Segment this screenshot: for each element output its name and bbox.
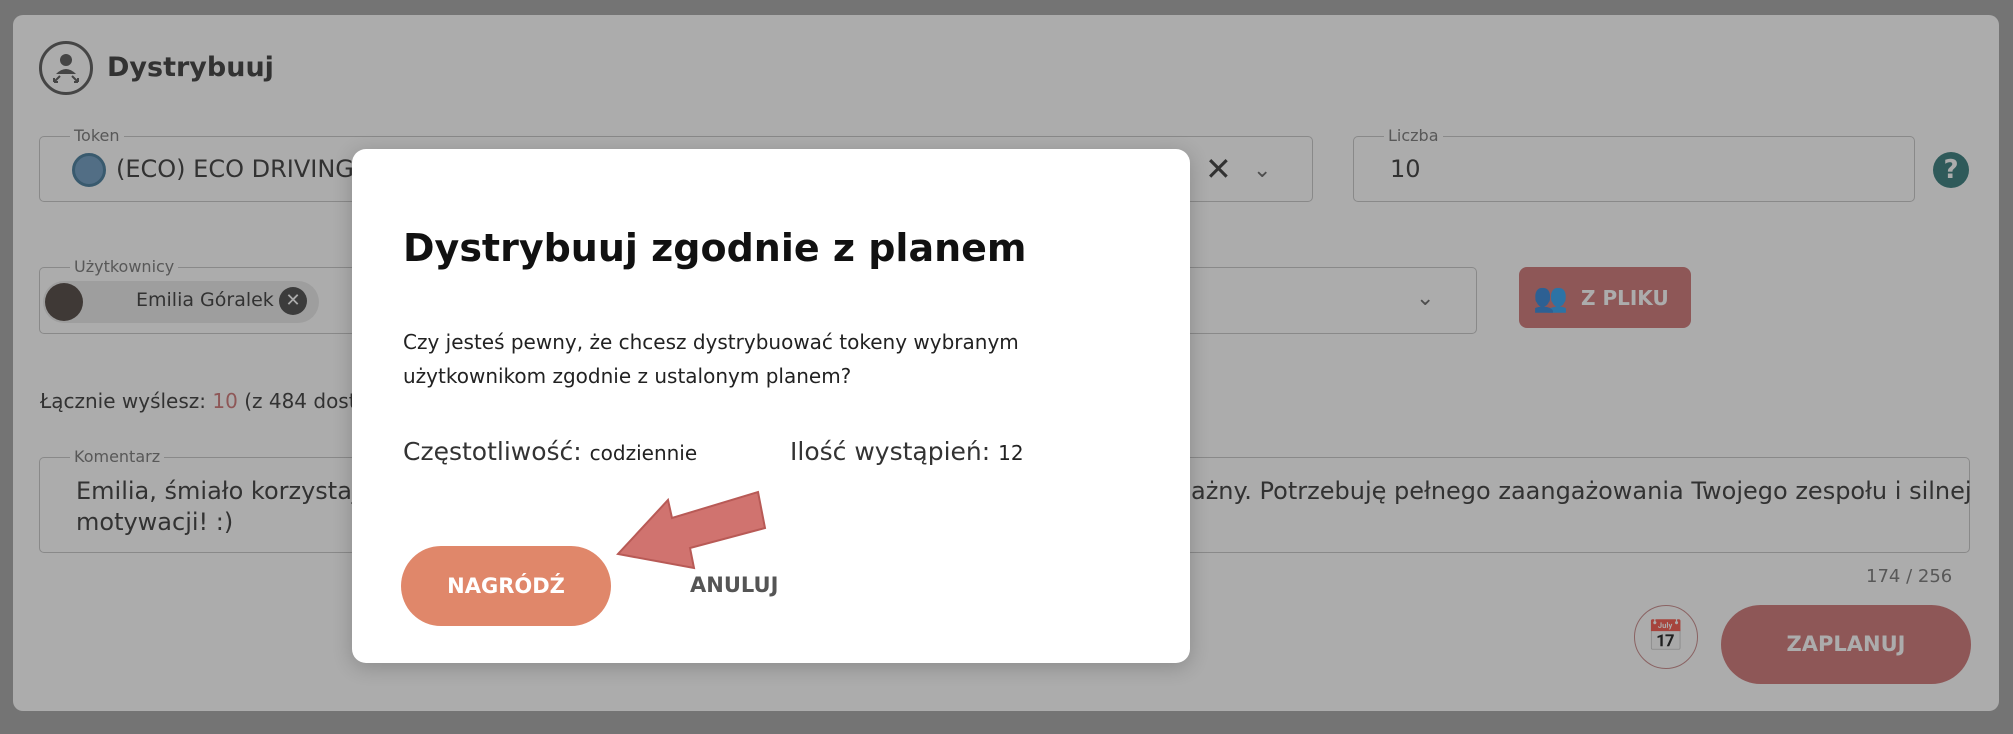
pointer-arrow-icon [616,490,767,570]
dialog-message: Czy jesteś pewny, że chcesz dystrybuować… [403,330,1019,388]
dialog-title: Dystrybuuj zgodnie z planem [403,226,1027,270]
confirm-dialog: Dystrybuuj zgodnie z planem Czy jesteś p… [352,149,1190,663]
frequency-info: Częstotliwość: codziennie [403,437,698,466]
confirm-reward-button[interactable]: NAGRÓDŹ [401,546,611,626]
occurrences-info: Ilość wystąpień: 12 [790,437,1024,466]
